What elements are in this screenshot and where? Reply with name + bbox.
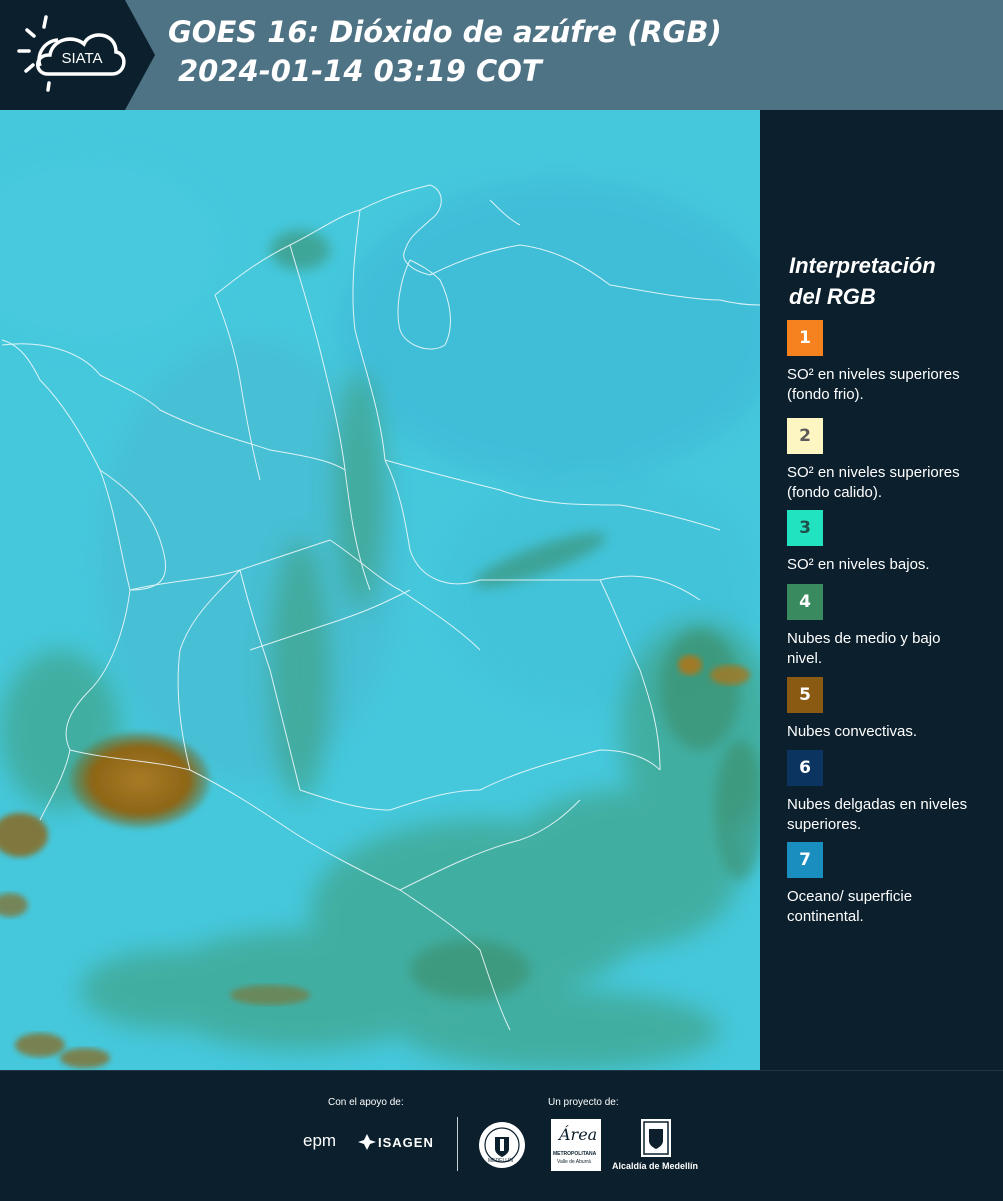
legend-item-7: 7 Oceano/ superficie continental.: [787, 842, 997, 927]
project-label: Un proyecto de:: [548, 1097, 619, 1108]
legend-item-2: 2 SO² en niveles superiores (fondo calid…: [787, 418, 997, 503]
satellite-map: [0, 110, 760, 1070]
legend-number: 7: [799, 850, 811, 870]
support-label: Con el apoyo de:: [328, 1097, 404, 1108]
legend-panel: Interpretación del RGB 1 SO² en niveles …: [760, 110, 1003, 1070]
legend-number: 3: [799, 518, 811, 538]
area-metropolitana-logo: Área METROPOLITANA Valle de Aburrá: [551, 1119, 601, 1171]
legend-swatch: 6: [787, 750, 823, 786]
page-title: GOES 16: Dióxido de azúfre (RGB): [168, 15, 722, 49]
legend-number: 4: [799, 592, 811, 612]
legend-label: SO² en niveles superiores (fondo frio).: [787, 366, 960, 403]
epm-logo-text: epm: [303, 1131, 337, 1150]
area-line2: Valle de Aburrá: [557, 1159, 591, 1165]
header-bar: SIATA GOES 16: Dióxido de azúfre (RGB) 2…: [0, 0, 1003, 110]
epm-logo: epm: [303, 1131, 336, 1151]
legend-item-3: 3 SO² en niveles bajos.: [787, 510, 997, 575]
legend-label: Nubes delgadas en niveles superiores.: [787, 796, 968, 833]
legend-title: Interpretación del RGB: [789, 250, 989, 312]
legend-swatch: 2: [787, 418, 823, 454]
logo-text: SIATA: [61, 50, 102, 67]
legend-label: SO² en niveles superiores (fondo calido)…: [787, 464, 960, 501]
footer-bar: Con el apoyo de: Un proyecto de: epm ISA…: [0, 1070, 1003, 1201]
footer-divider: [457, 1117, 458, 1171]
legend-swatch: 5: [787, 677, 823, 713]
alcaldia-label: Alcaldía de Medellín: [612, 1161, 699, 1171]
legend-number: 1: [799, 328, 811, 348]
legend-number: 6: [799, 758, 811, 778]
legend-swatch: 1: [787, 320, 823, 356]
medellin-seal-icon: MEDELLÍN: [478, 1121, 526, 1169]
legend-number: 2: [799, 426, 811, 446]
alcaldia-shield-icon: [641, 1119, 671, 1157]
isagen-icon: [358, 1134, 376, 1150]
area-line1: METROPOLITANA: [553, 1151, 597, 1157]
page-timestamp: 2024-01-14 03:19 COT: [178, 54, 542, 88]
isagen-logo-text: ISAGEN: [378, 1135, 434, 1150]
area-script: Área: [559, 1125, 598, 1144]
siata-logo: SIATA: [0, 0, 155, 110]
legend-item-6: 6 Nubes delgadas en niveles superiores.: [787, 750, 997, 835]
legend-swatch: 4: [787, 584, 823, 620]
legend-title-line2: del RGB: [789, 284, 876, 309]
legend-title-line1: Interpretación: [789, 253, 936, 278]
seal-text: MEDELLÍN: [488, 1158, 514, 1164]
legend-item-1: 1 SO² en niveles superiores (fondo frio)…: [787, 320, 997, 405]
legend-number: 5: [799, 685, 811, 705]
legend-label: SO² en niveles bajos.: [787, 556, 930, 573]
legend-swatch: 7: [787, 842, 823, 878]
legend-label: Nubes convectivas.: [787, 723, 918, 740]
legend-item-4: 4 Nubes de medio y bajo nivel.: [787, 584, 997, 669]
legend-item-5: 5 Nubes convectivas.: [787, 677, 997, 742]
legend-label: Oceano/ superficie continental.: [787, 888, 913, 925]
legend-swatch: 3: [787, 510, 823, 546]
legend-label: Nubes de medio y bajo nivel.: [787, 630, 941, 667]
